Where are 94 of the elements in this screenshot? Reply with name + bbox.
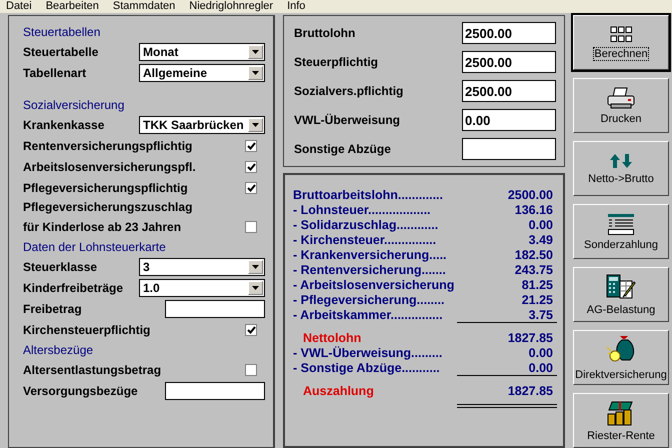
toolbar-button[interactable]: Sonderzahlung (573, 204, 669, 259)
toolbar-button[interactable]: Drucken (573, 78, 669, 133)
field-label: Steuerklasse (23, 260, 98, 274)
printer-icon (606, 86, 636, 108)
field-label: Pflegeversicherungspflichtig (23, 180, 188, 194)
checkbox[interactable] (245, 324, 257, 336)
toolbar-button[interactable]: Direktversicherung (573, 330, 669, 385)
input-field[interactable] (165, 382, 265, 400)
field-label: Steuerpflichtig (294, 55, 378, 69)
checkbox[interactable] (245, 160, 257, 172)
menu-item[interactable]: Datei (6, 0, 32, 13)
input-field[interactable]: 0.00 (462, 109, 556, 131)
calculator-sheet-icon (606, 274, 636, 300)
section-heading: Daten der Lohnsteuerkarte (23, 238, 167, 256)
toolbar-button[interactable]: AG-Belastung (573, 267, 669, 322)
dropdown[interactable]: 1.0 (139, 278, 265, 296)
dropdown[interactable]: Allgemeine (139, 64, 265, 82)
field-label: Pflegeversicherungszuschlag (23, 199, 194, 216)
checkbox[interactable] (245, 140, 257, 152)
result-label: - Arbeitslosenversicherung (293, 278, 454, 292)
amount: 0.00 (528, 346, 553, 360)
field-label: Krankenkasse (23, 118, 104, 132)
toolbar-button[interactable]: Netto->Brutto (573, 141, 669, 196)
field-label: VWL-Überweisung (294, 113, 400, 127)
field-label: Kirchensteuerpflichtig (23, 322, 150, 336)
field-label: Sonstige Abzüge (294, 142, 391, 156)
result-label: - Kirchensteuer............... (293, 232, 436, 246)
input-field[interactable] (165, 300, 265, 318)
result-label: Bruttoarbeitslohn............. (293, 188, 444, 202)
checkmark-icon (246, 326, 256, 334)
amount: 1827.85 (508, 384, 553, 398)
caret-icon (252, 264, 259, 268)
amount: 243.75 (514, 262, 553, 276)
amount: 136.16 (514, 202, 553, 216)
checkmark-icon (246, 142, 256, 150)
form-icon (607, 212, 635, 234)
amount: 1827.85 (508, 330, 553, 344)
input-field[interactable]: 2500.00 (462, 22, 556, 44)
caret-icon (252, 122, 259, 126)
field-label: Freibetrag (23, 302, 82, 316)
field-label: Steuertabelle (23, 44, 98, 58)
menu-item[interactable]: Bearbeiten (46, 0, 99, 13)
input-field[interactable] (462, 138, 556, 160)
section-heading: Steuertabellen (23, 24, 102, 40)
checkbox[interactable] (245, 364, 257, 376)
section-heading: Sozialversicherung (23, 96, 126, 114)
checkbox[interactable] (245, 182, 257, 194)
section-heading: Altersbezüge (23, 342, 94, 358)
result-label: - Rentenversicherung....... (293, 262, 446, 276)
field-label: Arbeitslosenversicherungspfl. (23, 160, 196, 174)
result-label: - Pflegeversicherung........ (293, 292, 444, 306)
amount: 0.00 (528, 218, 553, 232)
amount: 0.00 (528, 360, 553, 374)
total-label: Auszahlung (303, 384, 374, 398)
field-label: Altersentlastungsbetrag (23, 362, 162, 376)
amount: 81.25 (522, 278, 553, 292)
toolbar-button[interactable]: Riester-Rente (573, 393, 669, 448)
checkmark-icon (246, 162, 256, 170)
caret-icon (252, 70, 259, 74)
field-label: Kinderfreibeträge (23, 280, 124, 294)
field-label: für Kinderlose ab 23 Jahren (23, 220, 182, 234)
result-label: - Lohnsteuer.................. (293, 202, 431, 216)
money-bag-icon (606, 334, 636, 364)
caret-icon (252, 286, 259, 290)
input-field[interactable]: 2500.00 (462, 80, 556, 102)
result-label: - Arbeitskammer............... (293, 308, 443, 322)
amount: 3.75 (528, 308, 553, 322)
menu-item[interactable]: Niedriglohnregler (189, 0, 274, 13)
menu-item[interactable]: Stammdaten (112, 0, 176, 13)
amount: 21.25 (522, 292, 553, 306)
field-label: Bruttolohn (294, 26, 356, 40)
input-field[interactable]: 2500.00 (462, 51, 556, 73)
toolbar-button[interactable]: Berechnen (573, 15, 669, 70)
result-label: - VWL-Überweisung......... (293, 346, 442, 360)
caret-icon (252, 50, 259, 54)
up-down-arrows-icon (609, 152, 633, 168)
field-label: Rentenversicherungspflichtig (23, 138, 192, 152)
field-label: Tabellenart (23, 66, 86, 80)
checkmark-icon (246, 184, 256, 192)
amount: 3.49 (528, 232, 553, 246)
calculator-keys-icon (610, 26, 632, 44)
dropdown[interactable]: 3 (139, 258, 265, 276)
checkbox[interactable] (245, 220, 257, 232)
field-label: Sozialvers.pflichtig (294, 84, 404, 98)
result-label: - Sonstige Abzüge........... (293, 360, 440, 374)
amount: 182.50 (514, 248, 553, 262)
total-label: Nettolohn (303, 330, 362, 344)
result-label: - Solidarzuschlag............ (293, 218, 438, 232)
field-label: Versorgungsbezüge (23, 384, 138, 398)
menu-item[interactable]: Info (287, 0, 306, 13)
result-label: - Krankenversicherung..... (293, 248, 447, 262)
dropdown[interactable]: TKK Saarbrücken (139, 116, 265, 134)
dropdown[interactable]: Monat (139, 42, 265, 60)
amount: 2500.00 (508, 188, 553, 202)
